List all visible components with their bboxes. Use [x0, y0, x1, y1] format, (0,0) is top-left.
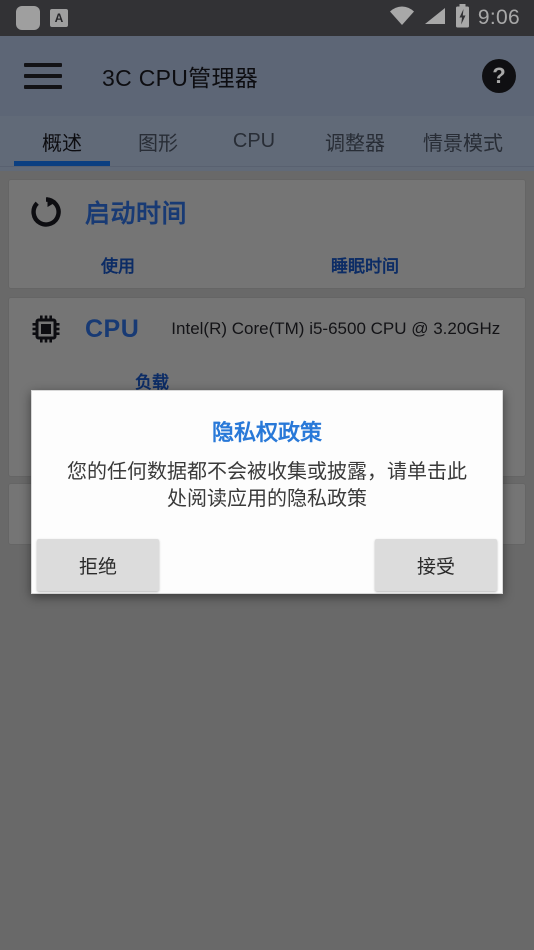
hamburger-line	[24, 74, 62, 78]
decline-button[interactable]: 拒绝	[37, 539, 159, 591]
dialog-message[interactable]: 您的任何数据都不会被收集或披露，请单击此处阅读应用的隐私政策	[58, 459, 476, 513]
app-bar: 3C CPU管理器 ?	[0, 36, 534, 116]
card-uptime-sublabels: 使用 睡眠时间	[9, 252, 525, 282]
app-screen: A 9:06 3C CPU管理器 ? 概述 图形 CPU 调整器 情景模式 启动…	[0, 0, 534, 950]
help-question-icon[interactable]: ?	[482, 59, 516, 93]
label-sleep-time: 睡眠时间	[331, 257, 399, 276]
cpu-model-text: Intel(R) Core(TM) i5-6500 CPU @ 3.20GHz	[171, 319, 501, 338]
privacy-policy-dialog: 隐私权政策 您的任何数据都不会被收集或披露，请单击此处阅读应用的隐私政策 拒绝 …	[31, 390, 503, 594]
accept-button[interactable]: 接受	[375, 539, 497, 591]
status-bar-right-icons: 9:06	[389, 3, 534, 33]
status-bar-clock: 9:06	[477, 6, 520, 29]
refresh-circle-icon	[29, 195, 63, 229]
hamburger-menu-icon[interactable]	[24, 63, 62, 89]
card-uptime-title: 启动时间	[85, 200, 188, 228]
tab-bar-divider	[0, 166, 534, 167]
tab-overview[interactable]: 概述	[14, 116, 110, 166]
dialog-button-row: 拒绝 接受	[32, 539, 502, 593]
card-cpu-title: CPU	[85, 314, 140, 343]
tab-cpu[interactable]: CPU	[206, 116, 302, 166]
tab-graph[interactable]: 图形	[110, 116, 206, 166]
tab-profiles[interactable]: 情景模式	[408, 116, 518, 166]
card-cpu-header: CPU Intel(R) Core(TM) i5-6500 CPU @ 3.20…	[9, 298, 525, 346]
wifi-icon	[389, 6, 415, 31]
dialog-title: 隐私权政策	[211, 420, 322, 445]
card-uptime[interactable]: 启动时间 使用 睡眠时间	[8, 179, 526, 289]
tab-bar: 概述 图形 CPU 调整器 情景模式	[0, 116, 534, 171]
tab-governor[interactable]: 调整器	[302, 116, 408, 166]
status-bar: A 9:06	[0, 0, 534, 36]
rounded-square-icon	[16, 6, 40, 30]
cpu-chip-icon	[29, 312, 63, 346]
card-uptime-header: 启动时间	[9, 180, 525, 230]
battery-charging-icon	[455, 3, 470, 33]
hamburger-line	[24, 63, 62, 67]
keyboard-a-icon: A	[50, 9, 68, 27]
page-title: 3C CPU管理器	[102, 65, 259, 91]
hamburger-line	[24, 85, 62, 89]
signal-icon	[423, 6, 447, 31]
label-usage: 使用	[101, 257, 135, 276]
status-bar-left-icons: A	[0, 6, 68, 30]
